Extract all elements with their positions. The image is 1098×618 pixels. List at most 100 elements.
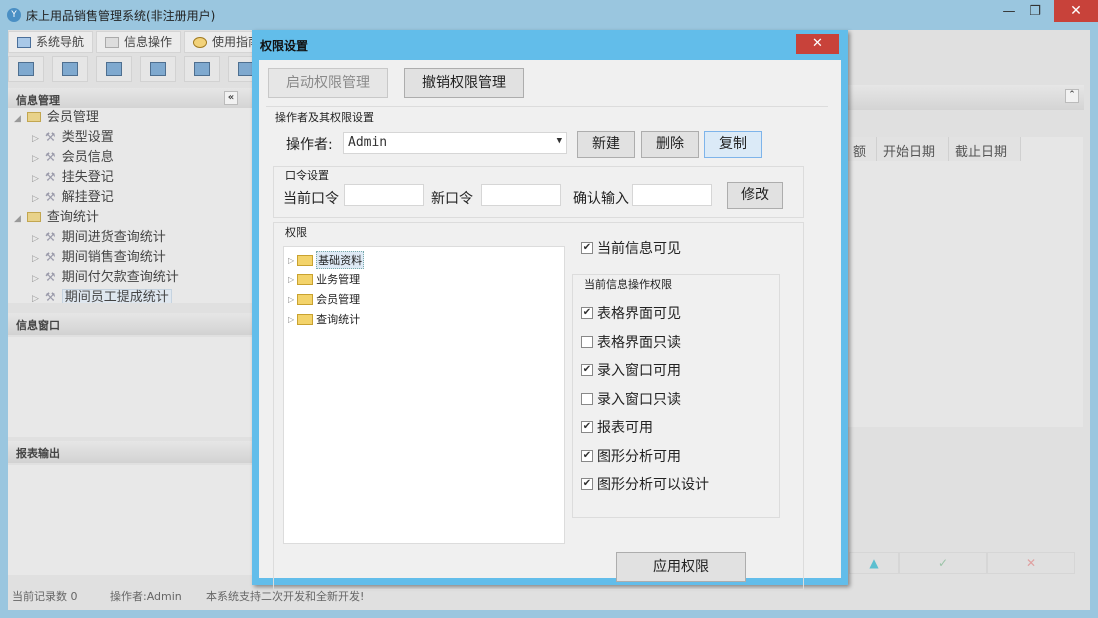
checkbox-label: 报表可用 [597, 420, 653, 436]
column-header[interactable]: 截止日期 [949, 137, 1021, 161]
toolbar [8, 56, 264, 82]
document-tool-button[interactable] [96, 56, 132, 82]
tree-item[interactable]: ◢ 查询统计 [14, 206, 99, 225]
collapsed-arrow-icon: ▷ [288, 294, 295, 304]
permission-checkbox[interactable]: ✔ 图形分析可用 [581, 446, 681, 466]
tree-item[interactable]: ▷ ⚒ 挂失登记 [32, 166, 114, 185]
tree-item[interactable]: ▷ ⚒ 期间员工提成统计 [32, 286, 172, 303]
checkbox-label: 当前信息可见 [597, 241, 681, 257]
tree-item[interactable]: ◢ 会员管理 [14, 108, 99, 125]
nav-up-button[interactable]: ▲ [849, 552, 899, 574]
report-output-panel [8, 465, 252, 575]
tree-item[interactable]: ▷ ⚒ 类型设置 [32, 126, 114, 145]
checkbox-icon [581, 335, 593, 348]
dialog-close-button[interactable]: ✕ [796, 34, 839, 54]
tree-item-label: 会员信息 [61, 150, 114, 165]
collapsed-arrow-icon: ▷ [32, 134, 39, 144]
main-tabs: 系统导航 信息操作 使用指南 [8, 31, 270, 53]
status-notice: 本系统支持二次开发和全新开发! [206, 590, 365, 603]
info-management-header: 信息管理 « [8, 88, 252, 110]
tab-label: 信息操作 [124, 35, 173, 49]
list-icon [62, 62, 78, 76]
tools-icon: ⚒ [44, 290, 56, 303]
collapsed-arrow-icon: ▷ [32, 174, 39, 184]
checkbox-label: 录入窗口可用 [597, 363, 681, 379]
folder-icon [297, 313, 314, 325]
collapse-up-button[interactable]: ⌃ [1065, 89, 1079, 103]
tree-item-label: 期间员工提成统计 [61, 289, 172, 303]
app-close-button[interactable]: ✕ [1054, 0, 1098, 22]
collapsed-arrow-icon: ▷ [32, 154, 39, 164]
tree-item[interactable]: ▷ ⚒ 会员信息 [32, 146, 114, 165]
collapsed-arrow-icon: ▷ [288, 255, 295, 265]
tree-item[interactable]: ▷ ⚒ 期间付欠款查询统计 [32, 266, 179, 285]
list-tool-button[interactable] [52, 56, 88, 82]
new-button[interactable]: 新建 [577, 131, 635, 158]
operator-select[interactable]: Admin ▼ [343, 132, 567, 154]
revoke-permission-button[interactable]: 撤销权限管理 [404, 68, 524, 98]
tree-item[interactable]: ▷ ⚒ 期间进货查询统计 [32, 226, 166, 245]
minimize-button[interactable]: — [996, 4, 1022, 24]
tree-item-label: 类型设置 [61, 130, 114, 145]
info-window-panel [8, 337, 252, 437]
permission-checkbox[interactable]: ✔ 图形分析可以设计 [581, 474, 709, 494]
permission-tree-item[interactable]: ▷ 基础资料 [288, 251, 365, 269]
password-group-label: 口令设置 [285, 169, 329, 182]
checkbox-icon: ✔ [581, 242, 593, 254]
tree-item[interactable]: ▷ ⚒ 期间销售查询统计 [32, 246, 166, 265]
data-grid [847, 137, 1083, 427]
collapsed-arrow-icon: ▷ [32, 274, 39, 284]
collapse-button[interactable]: « [224, 91, 238, 105]
tab-system-nav[interactable]: 系统导航 [8, 31, 94, 53]
clock-icon [193, 36, 208, 48]
modify-button[interactable]: 修改 [727, 182, 783, 209]
app-logo-icon: Y [7, 8, 21, 22]
delete-button[interactable]: 删除 [641, 131, 699, 158]
tree-item-label: 会员管理 [316, 293, 361, 306]
column-header[interactable]: 开始日期 [877, 137, 949, 161]
collapsed-arrow-icon: ▷ [288, 314, 295, 324]
tab-info-ops[interactable]: 信息操作 [96, 31, 182, 53]
visible-checkbox[interactable]: ✔ 当前信息可见 [581, 238, 681, 258]
cancel-button[interactable]: ✕ [987, 552, 1075, 574]
permission-checkbox[interactable]: ✔ 报表可用 [581, 417, 653, 437]
screen-tool-button[interactable] [184, 56, 220, 82]
permission-checkbox[interactable]: 表格界面只读 [581, 332, 681, 352]
folder-icon [297, 254, 314, 266]
confirm-password-input[interactable] [632, 184, 712, 206]
confirm-password-label: 确认输入 [573, 191, 629, 207]
tools-icon: ⚒ [44, 130, 56, 144]
right-panel-header: ⌃ [847, 85, 1084, 110]
collapsed-arrow-icon: ▷ [32, 294, 39, 303]
permission-checkbox[interactable]: ✔ 表格界面可见 [581, 303, 681, 323]
status-operator: 操作者:Admin [110, 590, 182, 603]
document-icon [106, 62, 122, 76]
start-permission-button[interactable]: 启动权限管理 [268, 68, 388, 98]
tree-item-label: 查询统计 [316, 313, 361, 326]
permission-tree: ▷ 基础资料 ▷ 业务管理 ▷ 会员管理 ▷ 查询统计 [283, 246, 565, 544]
dialog-title: 权限设置 [260, 39, 309, 53]
permission-checkbox[interactable]: 录入窗口只读 [581, 389, 681, 409]
current-password-input[interactable] [344, 184, 424, 206]
expanded-arrow-icon: ◢ [14, 214, 21, 224]
collapsed-arrow-icon: ▷ [32, 194, 39, 204]
column-header[interactable]: 额 [847, 137, 877, 161]
permission-tree-item[interactable]: ▷ 业务管理 [288, 271, 360, 287]
folder-icon [297, 293, 314, 305]
permission-checkbox[interactable]: ✔ 录入窗口可用 [581, 360, 681, 380]
tree-item[interactable]: ▷ ⚒ 解挂登记 [32, 186, 114, 205]
tree-item-label: 业务管理 [316, 273, 361, 286]
apply-permission-button[interactable]: 应用权限 [616, 552, 746, 582]
operator-section-label: 操作者及其权限设置 [275, 111, 374, 124]
search-tool-button[interactable] [8, 56, 44, 82]
checkbox-icon: ✔ [581, 364, 593, 376]
maximize-button[interactable]: ❐ [1022, 4, 1048, 24]
confirm-button[interactable]: ✓ [899, 552, 987, 574]
permission-tree-item[interactable]: ▷ 会员管理 [288, 291, 360, 307]
permission-tree-item[interactable]: ▷ 查询统计 [288, 311, 360, 327]
folder-icon [297, 273, 314, 285]
copy-button[interactable]: 复制 [704, 131, 762, 158]
tree-item-label: 基础资料 [316, 251, 365, 269]
user-tool-button[interactable] [140, 56, 176, 82]
new-password-input[interactable] [481, 184, 561, 206]
